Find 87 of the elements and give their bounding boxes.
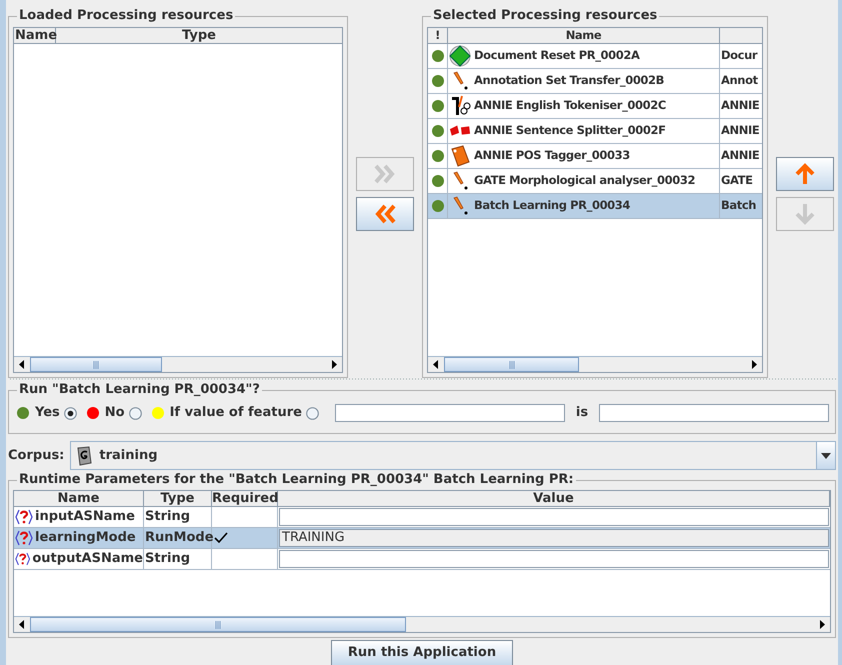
resource-type: ANNIE [721,147,760,164]
column-header[interactable]: Type [56,28,342,43]
question-icon [15,530,33,546]
resource-type: ANNIE [721,122,760,140]
radio-button[interactable] [306,406,319,420]
resource-name: Annotation Set Transfer_0002B [474,72,664,90]
resource-name: ANNIE POS Tagger_00033 [474,147,630,164]
double-right-chevron-icon [374,164,396,184]
status-dot-icon [432,100,444,112]
corpus-value: training [99,446,159,465]
value-input-field[interactable] [599,404,830,422]
status-dot-icon [432,125,444,137]
resource-type: GATE [721,172,753,190]
resource-row[interactable]: GATE Morphological analyser_00032 GATE [428,169,762,194]
column-header[interactable]: Name [448,28,720,43]
scrollbar-thumb[interactable] [30,357,162,372]
status-dot-icon [432,75,444,87]
status-dot-icon [432,150,444,162]
status-dot-icon [432,50,444,62]
group-title: Runtime Parameters for the "Batch Learning PR_00034" Batch Learning PR: [17,472,576,487]
resource-type: Batch [721,197,756,214]
parameter-name: inputASName [35,508,135,526]
horizontal-scrollbar[interactable] [14,356,342,372]
group-title: Selected Processing resources [431,8,660,23]
status-dot-icon [432,200,444,212]
remove-button[interactable] [356,197,414,231]
parameter-row[interactable]: inputASName String [14,507,830,528]
horizontal-scrollbar[interactable] [428,356,762,372]
up-arrow-icon [795,163,815,185]
resource-name: ANNIE Sentence Splitter_0002F [474,122,666,140]
splitter-handle[interactable] [10,376,836,382]
column-header[interactable]: Type [144,491,212,506]
radio-button[interactable] [64,406,77,420]
question-icon [15,509,33,525]
corpus-icon [75,446,94,466]
parameter-type: String [145,550,190,568]
column-header[interactable]: Required [212,491,278,506]
dropdown-arrow-icon[interactable] [821,452,831,458]
column-header[interactable]: ! [428,28,448,43]
radio-button[interactable] [128,406,142,420]
column-header[interactable]: Name [14,491,144,506]
scissors-icon [449,95,471,117]
corpus-label: Corpus: [8,446,64,465]
resource-row[interactable]: ANNIE POS Tagger_00033 ANNIE [428,144,762,169]
parameter-value: TRAINING [282,529,345,548]
resource-name: ANNIE English Tokeniser_0002C [474,97,666,114]
parameter-row[interactable]: outputASName String [14,549,830,570]
radio-option[interactable]: Yes [35,403,77,423]
resource-type: Annot [721,72,758,90]
question-icon [15,551,30,567]
is-label: is [576,404,588,422]
value-field[interactable] [279,508,829,526]
resource-row[interactable]: ANNIE Sentence Splitter_0002F ANNIE [428,119,762,144]
column-header[interactable]: Name [14,28,56,43]
tag-icon [449,145,471,167]
double-left-chevron-icon [374,204,396,224]
parameter-name: learningMode [35,529,136,548]
resource-name: Batch Learning PR_00034 [474,197,630,214]
down-arrow-icon [795,203,815,225]
parameter-name: outputASName [32,550,143,568]
run-application-button[interactable]: Run this Application [330,640,514,665]
resource-row[interactable]: ANNIE English Tokeniser_0002C ANNIE [428,94,762,119]
value-field[interactable]: TRAINING [279,529,829,547]
resource-name: Document Reset PR_0002A [474,47,640,64]
parameter-type: String [145,508,190,526]
resource-type: Docur [721,47,758,64]
resource-name: GATE Morphological analyser_00032 [474,172,696,190]
diamond-icon [449,45,471,67]
up-button[interactable] [776,157,834,191]
scrollbar-thumb[interactable] [30,617,406,632]
radio-option[interactable]: If value of feature [170,403,319,423]
resource-type: ANNIE [721,97,760,114]
value-field[interactable] [279,550,829,568]
horizontal-scrollbar[interactable] [14,616,830,632]
parameter-type: RunMode [145,529,214,548]
resource-row[interactable]: Batch Learning PR_00034 Batch [428,194,762,219]
column-header[interactable]: Value [278,491,830,506]
parameter-row[interactable]: learningMode RunMode TRAINING [14,528,830,549]
feature-input-field[interactable] [334,404,565,422]
resource-row[interactable]: Annotation Set Transfer_0002B Annot [428,69,762,94]
scrollbar-thumb[interactable] [444,357,579,372]
resource-row[interactable]: Document Reset PR_0002A Docur [428,44,762,69]
status-dot-icon [432,175,444,187]
group-title: Run "Batch Learning PR_00034"? [17,382,262,397]
group-title: Loaded Processing resources [17,8,236,23]
corpus-dropdown[interactable]: training [70,441,836,470]
radio-option[interactable]: No [104,403,142,423]
